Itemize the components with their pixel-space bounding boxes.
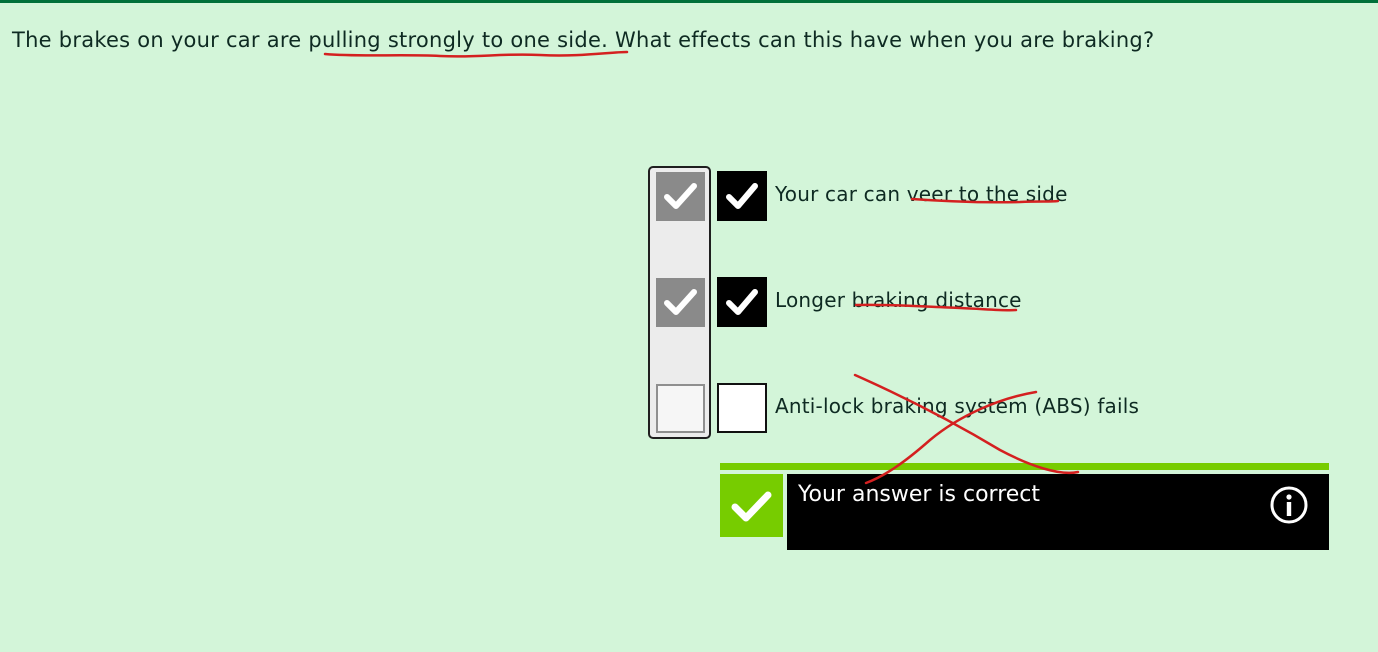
answer-checkbox-3[interactable] (717, 383, 767, 433)
answer-checkbox-1[interactable] (717, 171, 767, 221)
question-before: The brakes on your car are (12, 28, 309, 52)
result-panel: Your answer is correct (787, 474, 1329, 550)
result-message: Your answer is correct (798, 482, 1041, 507)
top-divider (0, 0, 1378, 3)
check-icon (664, 289, 697, 315)
result-status-badge (720, 474, 783, 537)
question-after: . What effects can this have when you ar… (601, 28, 1155, 52)
reference-checkbox-2 (656, 278, 705, 327)
check-icon (731, 491, 772, 522)
cross-stroke-1 (853, 373, 1080, 475)
question-text: The brakes on your car are pulling stron… (12, 27, 1154, 53)
info-icon[interactable] (1269, 485, 1309, 525)
check-icon (726, 183, 758, 209)
reference-solution-column (648, 166, 711, 439)
check-icon (664, 183, 697, 209)
option-label-3[interactable]: Anti-lock braking system (ABS) fails (775, 393, 1139, 419)
check-icon (726, 289, 758, 315)
option-label-2[interactable]: Longer braking distance (775, 287, 1022, 313)
answer-checkbox-2[interactable] (717, 277, 767, 327)
reference-checkbox-3 (656, 384, 705, 433)
result-accent-bar (720, 463, 1329, 470)
option-label-1[interactable]: Your car can veer to the side (775, 181, 1068, 207)
reference-checkbox-1 (656, 172, 705, 221)
question-screen: The brakes on your car are pulling stron… (0, 0, 1378, 652)
question-highlight: pulling strongly to one side (308, 28, 602, 52)
